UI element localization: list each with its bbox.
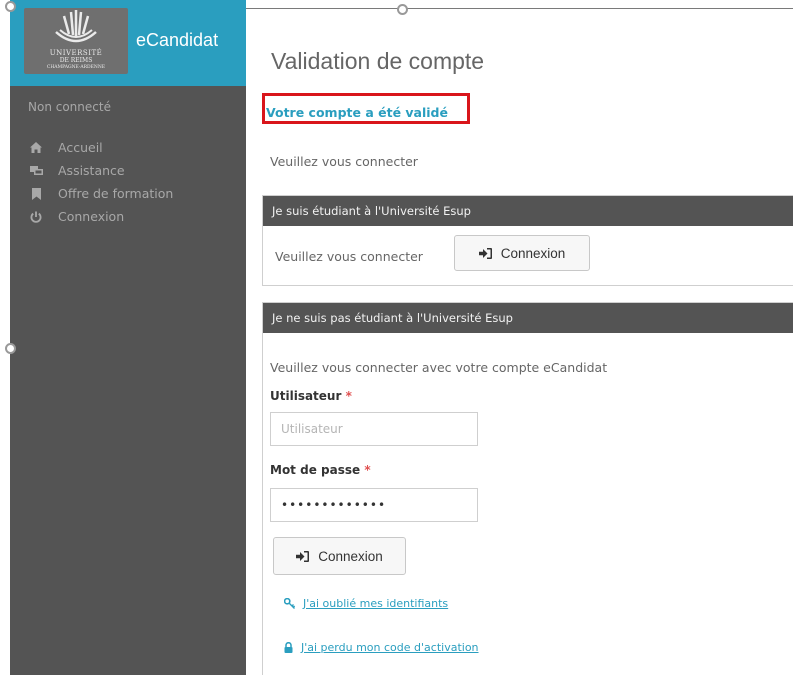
student-login-text: Veuillez vous connecter — [275, 249, 423, 264]
top-divider — [246, 8, 793, 9]
home-icon — [28, 141, 44, 155]
sidebar-item-label: Offre de formation — [58, 186, 174, 201]
button-label: Connexion — [318, 548, 383, 564]
resize-handle[interactable] — [397, 4, 408, 15]
logo-text: UNIVERSITÉ — [49, 49, 103, 57]
student-login-body: Veuillez vous connecter Connexion — [262, 195, 793, 286]
sidebar: UNIVERSITÉ DE REIMS CHAMPAGNE-ARDENNE eC… — [10, 0, 246, 675]
success-message: Votre compte a été validé — [266, 105, 448, 120]
lost-activation-row: J'ai perdu mon code d'activation — [284, 641, 479, 654]
key-icon — [284, 598, 295, 609]
power-icon — [28, 210, 44, 224]
main-content: Validation de compte Votre compte a été … — [246, 0, 793, 675]
required-mark: * — [364, 463, 371, 477]
sidebar-item-accueil[interactable]: Accueil — [10, 136, 246, 159]
forgot-credentials-row: J'ai oublié mes identifiants — [284, 597, 448, 610]
sign-in-icon — [296, 550, 310, 562]
page-title: Validation de compte — [271, 48, 485, 75]
password-label-text: Mot de passe — [270, 463, 361, 477]
password-label: Mot de passe * — [270, 463, 371, 477]
required-mark: * — [345, 389, 352, 403]
sidebar-item-connexion[interactable]: Connexion — [10, 205, 246, 228]
button-label: Connexion — [500, 245, 566, 261]
sidebar-item-label: Assistance — [58, 163, 125, 178]
lost-activation-link[interactable]: J'ai perdu mon code d'activation — [301, 641, 479, 654]
login-prompt: Veuillez vous connecter — [270, 154, 418, 169]
panel-header: Je ne suis pas étudiant à l'Université E… — [263, 303, 793, 333]
username-input[interactable] — [270, 412, 478, 446]
sign-in-icon — [478, 247, 492, 259]
username-label-text: Utilisateur — [270, 389, 342, 403]
external-connexion-button[interactable]: Connexion — [273, 537, 406, 575]
student-connexion-button[interactable]: Connexion — [454, 235, 590, 271]
resize-handle[interactable] — [5, 343, 16, 354]
sidebar-item-assistance[interactable]: Assistance — [10, 159, 246, 182]
password-input[interactable] — [270, 488, 478, 522]
sidebar-item-label: Accueil — [58, 140, 103, 155]
logo-emblem-icon — [55, 10, 97, 43]
logo-text: CHAMPAGNE-ARDENNE — [46, 65, 106, 70]
assistance-icon — [28, 164, 44, 178]
external-login-text: Veuillez vous connecter avec votre compt… — [270, 360, 608, 375]
sidebar-item-label: Connexion — [58, 209, 125, 224]
username-label: Utilisateur * — [270, 389, 352, 403]
sidebar-item-offre-de-formation[interactable]: Offre de formation — [10, 182, 246, 205]
forgot-credentials-link[interactable]: J'ai oublié mes identifiants — [303, 597, 448, 610]
sidebar-nav: Accueil Assistance Offre de formation Co… — [10, 136, 246, 228]
connection-status: Non connecté — [28, 100, 111, 114]
logo-text: DE REIMS — [59, 57, 93, 64]
app-name[interactable]: eCandidat — [136, 30, 218, 51]
brand-header: UNIVERSITÉ DE REIMS CHAMPAGNE-ARDENNE eC… — [10, 0, 246, 86]
university-logo[interactable]: UNIVERSITÉ DE REIMS CHAMPAGNE-ARDENNE — [24, 8, 128, 74]
resize-handle[interactable] — [5, 1, 16, 12]
bookmark-icon — [28, 187, 44, 201]
lock-icon — [284, 642, 293, 653]
